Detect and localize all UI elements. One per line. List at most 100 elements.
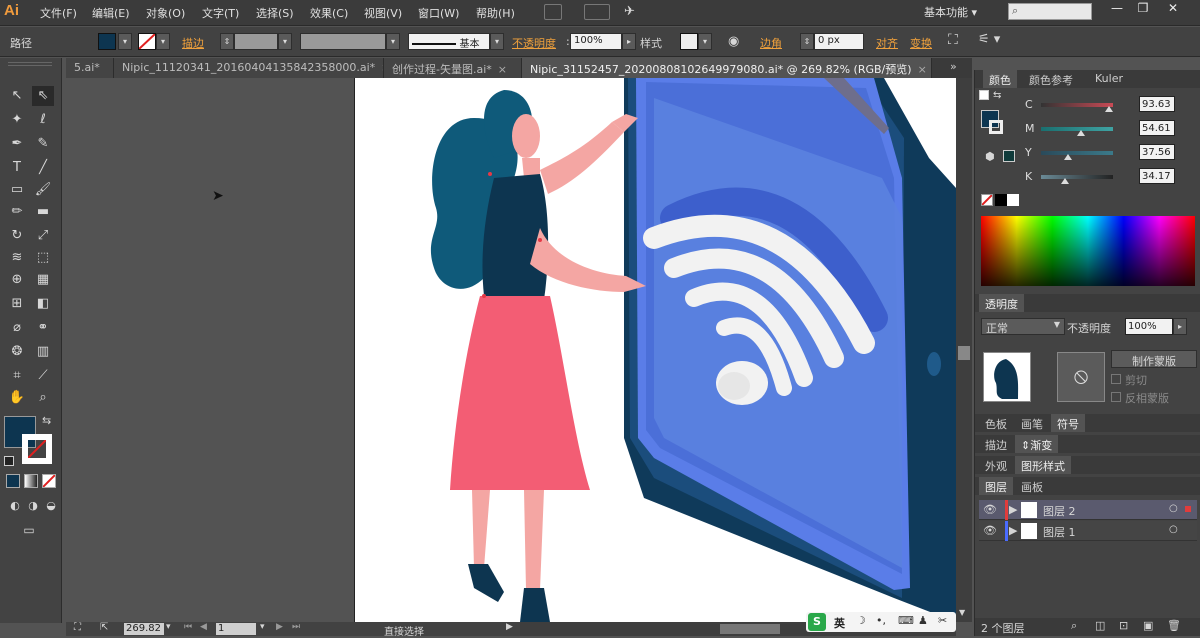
menu-object[interactable]: 对象(O): [146, 5, 185, 21]
menu-type[interactable]: 文字(T): [202, 5, 239, 21]
menu-select[interactable]: 选择(S): [256, 5, 294, 21]
vertical-scrollbar[interactable]: ▼: [956, 78, 972, 622]
symbol-icon[interactable]: •,: [876, 614, 886, 627]
direct-selection-tool-icon[interactable]: ⇖: [32, 86, 54, 106]
screen-mode-icon[interactable]: ▭: [18, 520, 40, 540]
selection-tool-icon[interactable]: ↖: [6, 86, 28, 106]
recolor-icon[interactable]: ◉: [728, 34, 739, 49]
arrange-icon[interactable]: ⚟ ▾: [978, 32, 1000, 47]
object-thumbnail[interactable]: [983, 352, 1031, 402]
tab-kuler[interactable]: Kuler: [1089, 70, 1129, 88]
punctuation-icon[interactable]: ☽: [856, 614, 866, 627]
opacity-value-input[interactable]: 100%: [1125, 318, 1173, 335]
none-swatch[interactable]: [981, 194, 993, 206]
artboard-nav-icon[interactable]: ⛶: [74, 622, 81, 633]
pen-tool-icon[interactable]: ✒: [6, 134, 28, 154]
none-mode-icon[interactable]: [42, 474, 56, 488]
vertical-scroll-thumb[interactable]: [958, 346, 970, 360]
tools-icon[interactable]: ✂: [938, 614, 947, 627]
tab-appearance[interactable]: 外观: [979, 456, 1013, 474]
menu-effect[interactable]: 效果(C): [310, 5, 348, 21]
menu-view[interactable]: 视图(V): [364, 5, 402, 21]
type-tool-icon[interactable]: T: [6, 158, 28, 178]
new-sublayer-icon[interactable]: ⊡: [1119, 619, 1128, 632]
opacity-input[interactable]: 100%: [570, 33, 622, 50]
tab-gradient[interactable]: ⇕渐变: [1015, 435, 1059, 453]
target-icon[interactable]: ○: [1169, 503, 1178, 514]
transform-link[interactable]: 变换: [910, 35, 932, 51]
lasso-icon[interactable]: ℓ: [32, 110, 54, 130]
zoom-dropdown-icon[interactable]: ▾: [166, 622, 171, 632]
pasteboard[interactable]: ➤: [66, 78, 956, 622]
sync-icon[interactable]: ✈: [624, 4, 635, 19]
tab-transparency[interactable]: 透明度: [979, 294, 1024, 312]
menu-file[interactable]: 文件(F): [40, 5, 77, 21]
slider-thumb[interactable]: [1064, 154, 1072, 160]
first-artboard-icon[interactable]: ⏮: [184, 622, 192, 632]
artwork[interactable]: [354, 78, 956, 622]
slice-tool-icon[interactable]: ⟋: [32, 366, 54, 386]
make-clipping-mask-icon[interactable]: ◫: [1095, 619, 1105, 632]
invert-mask-checkbox[interactable]: [1111, 392, 1121, 402]
rectangle-tool-icon[interactable]: ▭: [6, 180, 28, 200]
eye-icon[interactable]: 👁: [983, 524, 997, 537]
tab-document-2[interactable]: Nipic_11120341_20160404135842358000.ai*×: [114, 58, 384, 78]
expand-arrow-icon[interactable]: ▶: [1009, 524, 1017, 537]
tab-graphic-styles[interactable]: 图形样式: [1015, 456, 1071, 474]
menu-window[interactable]: 窗口(W): [418, 5, 459, 21]
zoom-input[interactable]: 269.82: [124, 623, 164, 635]
slider-thumb[interactable]: [1061, 178, 1069, 184]
layer-name[interactable]: 图层 2: [1043, 503, 1076, 519]
artboard-number-input[interactable]: 1: [216, 623, 256, 635]
delete-layer-icon[interactable]: 🗑: [1167, 619, 1181, 632]
warp-tool-icon[interactable]: ≋: [6, 248, 28, 268]
shape-builder-icon[interactable]: ⊕: [6, 270, 28, 290]
stroke-swatch[interactable]: [138, 33, 156, 50]
tab-symbols[interactable]: 符号: [1051, 414, 1085, 432]
maximize-button[interactable]: ❐: [1130, 1, 1156, 17]
close-tab-icon[interactable]: ×: [918, 63, 927, 76]
slider-thumb[interactable]: [1077, 130, 1085, 136]
fill-dropdown[interactable]: ▾: [118, 33, 132, 50]
blend-tool-icon[interactable]: ⚭: [32, 318, 54, 338]
export-icon[interactable]: ⇱: [100, 622, 108, 633]
stroke-color-dropdown[interactable]: ▾: [156, 33, 170, 50]
slider-thumb[interactable]: [1105, 106, 1113, 112]
cyan-track[interactable]: [1041, 103, 1113, 107]
tab-color[interactable]: 颜色: [983, 70, 1017, 88]
color-spectrum[interactable]: [981, 216, 1195, 286]
opacity-label[interactable]: 不透明度: [512, 35, 556, 51]
tab-document-1[interactable]: 5.ai*: [66, 58, 114, 78]
tab-layers[interactable]: 图层: [979, 477, 1013, 495]
tab-brushes[interactable]: 画笔: [1015, 414, 1049, 432]
brush-definition[interactable]: 基本: [408, 33, 490, 50]
rotate-tool-icon[interactable]: ↻: [6, 226, 28, 246]
mesh-tool-icon[interactable]: ⊞: [6, 294, 28, 314]
tab-document-3[interactable]: 创作过程-矢量图.ai* ×: [384, 58, 522, 78]
make-mask-button[interactable]: 制作蒙版: [1111, 350, 1197, 368]
eye-icon[interactable]: 👁: [983, 503, 997, 516]
menu-edit[interactable]: 编辑(E): [92, 5, 130, 21]
bridge-icon[interactable]: [544, 4, 562, 20]
opacity-dropdown[interactable]: ▸: [622, 33, 636, 50]
tab-swatches[interactable]: 色板: [979, 414, 1013, 432]
corner-label[interactable]: 边角: [760, 35, 782, 51]
stroke-weight-input[interactable]: [234, 33, 278, 50]
minimize-button[interactable]: —: [1104, 1, 1130, 17]
white-swatch[interactable]: [1007, 194, 1019, 206]
new-layer-icon[interactable]: ▣: [1143, 619, 1153, 632]
status-menu-icon[interactable]: ▶: [506, 622, 513, 632]
align-link[interactable]: 对齐: [876, 35, 898, 51]
stroke-weight-stepper[interactable]: ⇕: [220, 33, 234, 50]
black-value-input[interactable]: 34.17: [1139, 168, 1175, 184]
target-icon[interactable]: ○: [1169, 524, 1178, 535]
fill-swatch[interactable]: [98, 33, 116, 50]
isolate-icon[interactable]: ⛶: [948, 32, 958, 48]
free-transform-icon[interactable]: ⬚: [32, 248, 54, 268]
stroke-weight-dropdown[interactable]: ▾: [278, 33, 292, 50]
menu-help[interactable]: 帮助(H): [476, 5, 515, 21]
close-tab-icon[interactable]: ×: [498, 63, 507, 76]
sogou-logo-icon[interactable]: S: [808, 613, 826, 631]
yellow-track[interactable]: [1041, 151, 1113, 155]
stroke-color-box[interactable]: [22, 434, 52, 464]
